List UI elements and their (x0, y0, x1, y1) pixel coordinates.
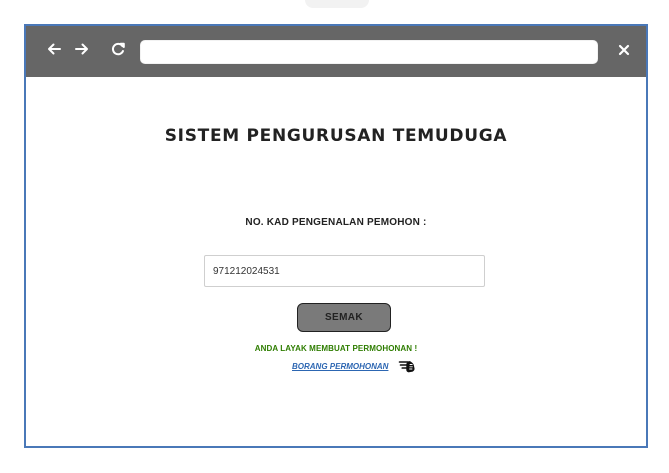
check-button[interactable]: SEMAK (297, 303, 391, 332)
reload-icon (110, 41, 126, 57)
page-content: SISTEM PENGURUSAN TEMUDUGA NO. KAD PENGE… (26, 77, 646, 446)
reload-button[interactable] (108, 39, 128, 59)
top-decoration (305, 0, 369, 8)
pointing-hand-icon (398, 358, 418, 374)
close-button[interactable] (613, 39, 635, 61)
browser-window: SISTEM PENGURUSAN TEMUDUGA NO. KAD PENGE… (24, 24, 648, 448)
page-title: SISTEM PENGURUSAN TEMUDUGA (164, 126, 508, 146)
eligibility-message: ANDA LAYAK MEMBUAT PERMOHONAN ! (254, 344, 418, 353)
browser-toolbar (26, 26, 646, 77)
arrow-left-icon (46, 41, 62, 57)
ic-number-input[interactable] (204, 255, 485, 287)
arrow-right-icon (74, 41, 90, 57)
application-form-link[interactable]: BORANG PERMOHONAN (292, 362, 388, 371)
back-button[interactable] (44, 39, 64, 59)
address-bar[interactable] (140, 40, 598, 64)
close-icon (616, 42, 632, 58)
application-link-row: BORANG PERMOHONAN (292, 358, 418, 374)
ic-number-label: NO. KAD PENGENALAN PEMOHON : (245, 217, 427, 228)
forward-button[interactable] (72, 39, 92, 59)
